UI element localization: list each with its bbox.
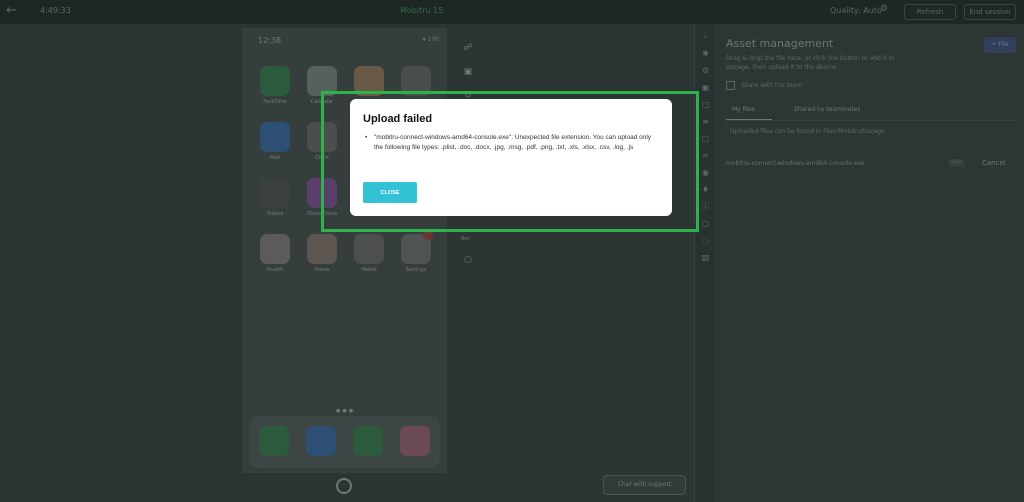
- panel-title: Asset management: [726, 37, 834, 50]
- file-name: mobitru-connect-windows-amd64-console.ex…: [726, 160, 865, 167]
- document-icon[interactable]: □: [701, 100, 710, 109]
- app-label: Wallet: [361, 267, 377, 273]
- storage-hint: Uploaded files can be found in Files/Mob…: [730, 128, 885, 135]
- record-label: Rec: [461, 236, 471, 242]
- asset-management-panel: Asset management Drag & drop the file he…: [714, 24, 1024, 502]
- location-icon[interactable]: ◉: [701, 168, 710, 177]
- storage-icon[interactable]: ▧: [701, 253, 710, 262]
- help-icon[interactable]: ◌: [701, 236, 710, 245]
- app-icon[interactable]: Settings: [399, 230, 433, 273]
- dock: [249, 416, 440, 468]
- app-icon-image: [401, 230, 433, 264]
- app-label: Videos: [266, 211, 284, 217]
- tab-shared[interactable]: Shared by teammates: [794, 106, 861, 113]
- settings-icon[interactable]: ⚙: [701, 66, 710, 75]
- screenshot-icon[interactable]: ▣: [462, 66, 474, 78]
- app-icon[interactable]: Mail: [258, 122, 292, 161]
- panel-description: Drag & drop the file here, or click the …: [726, 55, 895, 71]
- network-icon[interactable]: ≈: [701, 151, 710, 160]
- app-icon-image: [354, 234, 384, 264]
- file-size: 0MB: [948, 159, 965, 167]
- app-icon-image: [307, 234, 337, 264]
- dialog-title: Upload failed: [363, 113, 433, 125]
- wrench-icon[interactable]: ✱: [701, 49, 710, 58]
- chat-icon[interactable]: ○: [701, 219, 710, 228]
- add-file-button[interactable]: + File: [984, 37, 1016, 53]
- status-bar-time: 12:38: [258, 36, 282, 45]
- quality-selector[interactable]: Quality: Auto: [830, 6, 882, 15]
- app-icon-image: [260, 178, 290, 208]
- app-label: Settings: [405, 267, 427, 273]
- refresh-button[interactable]: Refresh: [904, 4, 956, 20]
- app-icon[interactable]: Wallet: [352, 234, 386, 273]
- app-label: Mail: [269, 155, 281, 161]
- app-icon[interactable]: Health: [258, 234, 292, 273]
- app-icon[interactable]: Home: [305, 234, 339, 273]
- gear-icon[interactable]: ⚙: [880, 4, 888, 14]
- close-button[interactable]: CLOSE: [363, 182, 417, 203]
- share-label: Share with the team: [741, 82, 803, 89]
- end-session-button[interactable]: End session: [964, 4, 1016, 20]
- app-label: FaceTime: [263, 99, 287, 105]
- page-dots: ●●●: [336, 408, 356, 414]
- app-icon-image: [260, 122, 290, 152]
- chat-support-button[interactable]: Chat with support: [603, 475, 686, 495]
- error-message: "mobitru-connect-windows-amd64-console.e…: [374, 134, 652, 151]
- bullet-icon: •: [365, 134, 368, 141]
- chevron-right-icon[interactable]: ›: [701, 32, 710, 41]
- cancel-upload-button[interactable]: Cancel: [982, 159, 1006, 167]
- back-arrow-icon[interactable]: ←: [6, 3, 22, 19]
- app-icon-image: [260, 66, 290, 96]
- list-icon[interactable]: ≡: [701, 117, 710, 126]
- record-icon[interactable]: ○: [462, 254, 474, 266]
- app-icon[interactable]: FaceTime: [258, 66, 292, 105]
- folder-icon[interactable]: ▢: [701, 134, 710, 143]
- home-button[interactable]: [336, 478, 352, 494]
- battery-icon: ▾ 100: [422, 36, 439, 43]
- device-name: Mobitru 15: [400, 6, 444, 15]
- dock-app-icon[interactable]: [353, 426, 383, 456]
- divider: [726, 120, 1016, 121]
- dock-app-icon[interactable]: [400, 426, 430, 456]
- tab-my-files[interactable]: My files: [732, 106, 755, 113]
- error-list: • "mobitru-connect-windows-amd64-console…: [365, 133, 656, 153]
- app-label: Health: [266, 267, 284, 273]
- monitor-icon[interactable]: ▣: [701, 83, 710, 92]
- app-icon[interactable]: Videos: [258, 178, 292, 217]
- lock-icon[interactable]: ☍: [462, 42, 474, 54]
- app-label: Home: [314, 267, 330, 273]
- info-icon[interactable]: ⓘ: [701, 202, 710, 211]
- bug-icon[interactable]: ♦: [701, 185, 710, 194]
- app-icon-image: [260, 234, 290, 264]
- session-timer: 4:49:33: [40, 6, 71, 15]
- upload-failed-dialog: Upload failed • "mobitru-connect-windows…: [350, 99, 672, 216]
- dock-app-icon[interactable]: [306, 426, 336, 456]
- share-checkbox[interactable]: [726, 81, 735, 90]
- dock-app-icon[interactable]: [259, 426, 289, 456]
- top-bar: ← 4:49:33 Mobitru 15 Quality: Auto ⚙ Ref…: [0, 0, 1024, 24]
